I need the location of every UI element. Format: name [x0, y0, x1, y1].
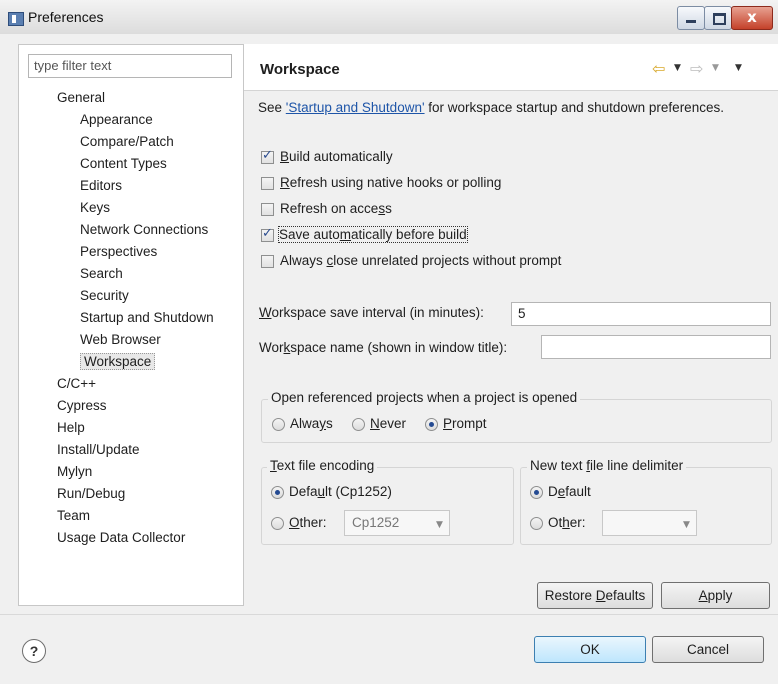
delimiter-other-label[interactable]: Other:	[548, 515, 586, 530]
encoding-other-label[interactable]: Other:	[289, 515, 327, 530]
refresh-native-hooks-label[interactable]: Refresh using native hooks or polling	[280, 175, 501, 190]
tree-item[interactable]: Cypress	[57, 396, 107, 416]
encoding-default-label[interactable]: Default (Cp1252)	[289, 484, 392, 499]
save-before-build-label[interactable]: Save automatically before build	[278, 226, 468, 243]
tree-item[interactable]: Compare/Patch	[80, 132, 174, 152]
restore-defaults-button[interactable]: Restore Defaults	[537, 582, 653, 609]
open-referenced-group	[261, 399, 772, 443]
maximize-icon	[713, 13, 726, 25]
close-unrelated-label[interactable]: Always close unrelated projects without …	[280, 253, 561, 268]
encoding-default-radio[interactable]	[271, 486, 284, 499]
description-text: for workspace startup and shutdown prefe…	[424, 100, 724, 115]
tree-item[interactable]: Perspectives	[80, 242, 157, 262]
close-button[interactable]: x	[731, 6, 773, 30]
back-dropdown-icon[interactable]: ▼	[674, 63, 681, 73]
refresh-on-access-label[interactable]: Refresh on access	[280, 201, 392, 216]
always-label[interactable]: Always	[290, 416, 333, 431]
divider	[0, 614, 778, 615]
ok-button[interactable]: OK	[534, 636, 646, 663]
delimiter-combo-arrow-icon: ▼	[683, 520, 690, 530]
preferences-window: Preferences x type filter text General A…	[0, 0, 778, 684]
tree-item[interactable]: Security	[80, 286, 129, 306]
tree-item[interactable]: Run/Debug	[57, 484, 125, 504]
tree-item[interactable]: Mylyn	[57, 462, 92, 482]
tree-item[interactable]: Appearance	[80, 110, 153, 130]
minimize-button[interactable]	[677, 6, 705, 30]
forward-dropdown-icon: ▼	[712, 63, 719, 73]
close-icon: x	[747, 8, 757, 26]
refresh-native-hooks-checkbox[interactable]	[261, 177, 274, 190]
cancel-button[interactable]: Cancel	[652, 636, 764, 663]
help-icon[interactable]: ?	[22, 639, 46, 663]
tree-item[interactable]: Content Types	[80, 154, 167, 174]
encoding-combo-value: Cp1252	[352, 515, 400, 530]
save-interval-input[interactable]: 5	[511, 302, 771, 326]
description-text: See	[258, 100, 286, 115]
tree-item[interactable]: Usage Data Collector	[57, 528, 185, 548]
tree-item[interactable]: Web Browser	[80, 330, 161, 350]
prompt-radio[interactable]	[425, 418, 438, 431]
always-radio[interactable]	[272, 418, 285, 431]
line-delimiter-title: New text file line delimiter	[527, 458, 687, 473]
page-title: Workspace	[260, 61, 340, 78]
tree-item-selected[interactable]: Workspace	[80, 352, 156, 372]
forward-arrow-icon: ⇨	[690, 59, 704, 78]
tree-item[interactable]: Network Connections	[80, 220, 208, 240]
workspace-name-input[interactable]	[541, 335, 771, 359]
tree-item[interactable]: Help	[57, 418, 85, 438]
save-before-build-checkbox[interactable]	[261, 226, 274, 242]
save-interval-label: Workspace save interval (in minutes):	[259, 305, 484, 320]
prompt-label[interactable]: Prompt	[443, 416, 487, 431]
tree-item[interactable]: Startup and Shutdown	[80, 308, 214, 328]
build-automatically-checkbox[interactable]	[261, 148, 274, 164]
apply-button[interactable]: Apply	[661, 582, 770, 609]
title-bar: Preferences x	[0, 0, 778, 34]
workspace-name-label: Workspace name (shown in window title):	[259, 340, 508, 355]
tree-item[interactable]: Install/Update	[57, 440, 140, 460]
never-radio[interactable]	[352, 418, 365, 431]
never-label[interactable]: Never	[370, 416, 406, 431]
open-referenced-title: Open referenced projects when a project …	[268, 390, 581, 405]
maximize-button[interactable]	[704, 6, 732, 30]
tree-item[interactable]: Keys	[80, 198, 110, 218]
delimiter-default-radio[interactable]	[530, 486, 543, 499]
back-arrow-icon[interactable]: ⇦	[652, 59, 665, 78]
tree-item[interactable]: Search	[80, 264, 123, 284]
delimiter-default-label[interactable]: Default	[548, 484, 591, 499]
view-menu-icon[interactable]: ▼	[735, 63, 742, 73]
tree-item[interactable]: General	[57, 88, 105, 108]
build-automatically-label[interactable]: Build automatically	[280, 149, 393, 164]
app-icon	[8, 12, 24, 26]
encoding-other-radio[interactable]	[271, 517, 284, 530]
filter-input[interactable]: type filter text	[28, 54, 232, 78]
window-title: Preferences	[28, 9, 104, 25]
tree-item[interactable]: Editors	[80, 176, 122, 196]
tree-item[interactable]: Team	[57, 506, 90, 526]
text-encoding-title: Text file encoding	[267, 458, 378, 473]
tree-item[interactable]: C/C++	[57, 374, 96, 394]
minimize-icon	[686, 20, 696, 23]
encoding-combo: Cp1252	[344, 510, 450, 536]
refresh-on-access-checkbox[interactable]	[261, 203, 274, 216]
startup-shutdown-link[interactable]: 'Startup and Shutdown'	[286, 100, 425, 115]
page-description: See 'Startup and Shutdown' for workspace…	[258, 100, 724, 115]
delimiter-other-radio[interactable]	[530, 517, 543, 530]
encoding-combo-arrow-icon: ▼	[436, 520, 443, 530]
close-unrelated-checkbox[interactable]	[261, 255, 274, 268]
